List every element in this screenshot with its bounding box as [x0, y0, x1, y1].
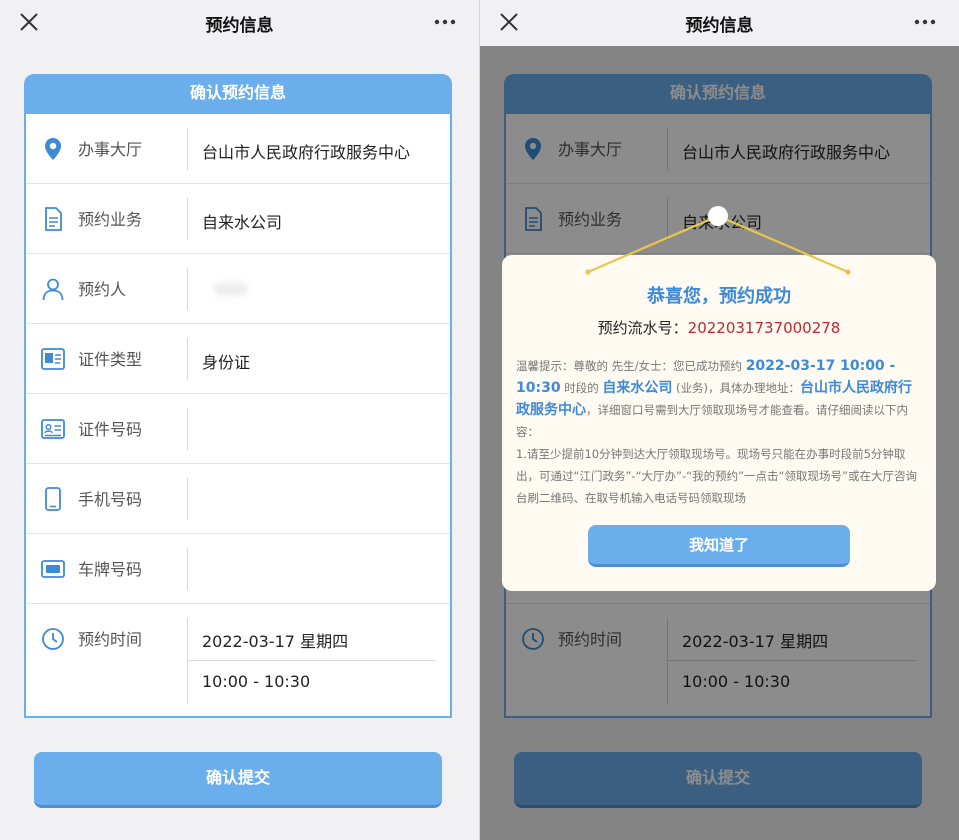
page-title: 预约信息	[685, 16, 754, 36]
row-person: 预约人	[26, 254, 450, 324]
serial-label: 预约流水号：	[597, 319, 688, 337]
row-label: 预约人	[78, 280, 127, 299]
notice-text-2: 时段的	[560, 381, 603, 395]
row-separator	[187, 618, 188, 704]
notice-text-1: 温馨提示：尊敬的 先生/女士：您已成功预约	[516, 359, 746, 373]
appointment-date: 2022-03-17 星期四	[202, 632, 349, 651]
row-label: 车牌号码	[78, 560, 143, 579]
row-label: 预约时间	[78, 630, 143, 649]
card-header: 确认预约信息	[24, 74, 452, 116]
serial-number-line: 预约流水号：2022031737000278	[502, 317, 936, 338]
row-label: 办事大厅	[78, 140, 143, 159]
phone-icon	[45, 487, 61, 511]
time-divider	[187, 660, 436, 661]
row-separator	[187, 548, 188, 590]
appointment-slot: 10:00 - 10:30	[202, 672, 311, 691]
row-separator	[187, 408, 188, 450]
submit-button[interactable]: 确认提交	[34, 752, 442, 808]
left-screen: 预约信息 确认预约信息 办事大厅 台山市人民政府行政服务中心 预约业务 自来水公…	[0, 0, 479, 840]
row-business: 预约业务 自来水公司	[26, 184, 450, 254]
clock-icon	[42, 628, 64, 650]
nav-bar: 预约信息	[480, 0, 959, 46]
row-id-type: 证件类型 身份证	[26, 324, 450, 394]
document-icon	[45, 207, 62, 231]
row-label: 证件号码	[78, 420, 143, 439]
notice-text-3: (业务)，具体办理地址：	[672, 381, 801, 395]
row-separator	[187, 338, 188, 380]
row-hall: 办事大厅 台山市人民政府行政服务中心	[26, 114, 450, 184]
person-icon	[42, 278, 64, 301]
row-id-number: 证件号码	[26, 394, 450, 464]
ok-button[interactable]: 我知道了	[588, 525, 850, 567]
row-value: 台山市人民政府行政服务中心	[202, 143, 411, 162]
location-pin-icon	[45, 138, 61, 160]
success-dialog: 恭喜您，预约成功 预约流水号：2022031737000278 温馨提示：尊敬的…	[502, 255, 936, 591]
row-label: 手机号码	[78, 490, 143, 509]
row-phone: 手机号码	[26, 464, 450, 534]
license-plate-icon	[41, 560, 65, 578]
id-number-icon	[41, 419, 65, 439]
row-separator	[187, 268, 188, 310]
dialog-title: 恭喜您，预约成功	[647, 286, 791, 307]
notice-text-5: 1.请至少提前10分钟到达大厅领取现场号。现场号只能在办事时段前5分钟取出，可通…	[516, 447, 917, 505]
row-separator	[187, 198, 188, 240]
more-icon[interactable]	[433, 11, 457, 33]
row-label: 证件类型	[78, 350, 143, 369]
appointment-card: 办事大厅 台山市人民政府行政服务中心 预约业务 自来水公司 预约人 证件类型 身…	[24, 114, 452, 718]
row-label: 预约业务	[78, 210, 143, 229]
row-value: 自来水公司	[202, 213, 283, 232]
serial-value: 2022031737000278	[687, 319, 841, 337]
row-time: 预约时间 2022-03-17 星期四 10:00 - 10:30	[26, 604, 450, 716]
row-plate: 车牌号码	[26, 534, 450, 604]
more-icon[interactable]	[913, 11, 937, 33]
notice-business: 自来水公司	[602, 380, 673, 396]
blurred-name	[214, 282, 248, 296]
notice-text: 温馨提示：尊敬的 先生/女士：您已成功预约 2022-03-17 10:00 -…	[516, 355, 924, 509]
nav-bar: 预约信息	[0, 0, 479, 46]
right-screen: 预约信息 确认预约信息 办事大厅 台山市人民政府行政服务中心 预约业务 自来水公…	[480, 0, 959, 840]
row-value: 身份证	[202, 353, 251, 372]
page-title: 预约信息	[205, 16, 274, 36]
row-separator	[187, 128, 188, 170]
id-card-icon	[41, 348, 65, 370]
row-separator	[187, 478, 188, 520]
